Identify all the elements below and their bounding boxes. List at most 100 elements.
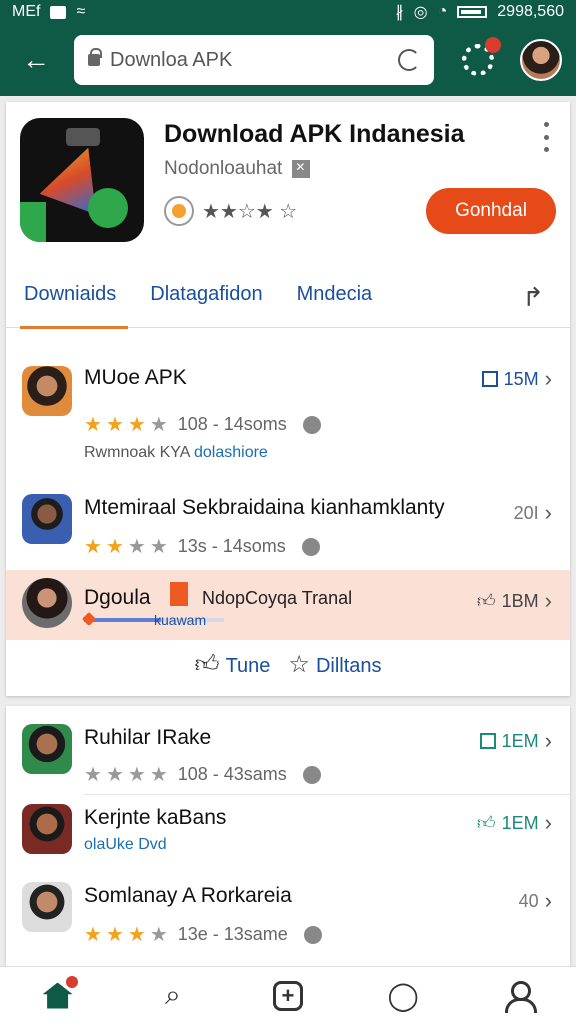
search-input[interactable]: [110, 48, 370, 72]
rating-count: 13e - 13same: [177, 924, 288, 944]
like-icon: 👍︎: [476, 813, 496, 833]
list-item[interactable]: MUoe APK ★ ★ ★ ★ 108 - 14soms Rwmnoak KYA d…: [6, 352, 570, 462]
chevron-right-icon: ›: [544, 366, 552, 391]
thumbs-up-icon: 👍︎: [194, 650, 220, 678]
like-action[interactable]: 👍︎ Tune: [194, 651, 270, 679]
bottom-navigation: ⌕ + ◯: [0, 966, 576, 1024]
app-icon: [20, 118, 144, 242]
tab-media[interactable]: Mndecia: [297, 262, 373, 328]
rating-row: ★★☆★ ☆: [164, 196, 297, 226]
verified-icon: [301, 537, 320, 556]
item-subtitle: Rwmnoak KYA dolashiore: [84, 444, 268, 461]
avatar: [22, 578, 72, 628]
battery-icon: [457, 6, 488, 18]
signal-small-icon: ≈: [76, 3, 86, 20]
share-icon[interactable]: ↱: [522, 282, 544, 313]
back-arrow-icon[interactable]: ←: [14, 38, 58, 82]
status-bar: MEf ≈ ∦ ◎ ◔ 2998,560: [0, 0, 576, 24]
notification-icon: [50, 5, 67, 19]
item-subtitle: olaUke Dvd: [84, 836, 167, 853]
verified-icon: [302, 415, 321, 434]
rating-count: 108 - 43sams: [177, 764, 287, 784]
avatar: [22, 366, 72, 416]
notification-dot: [65, 975, 78, 988]
item-title: Mtemiraal Sekbraidaina kianhamklanty: [84, 496, 445, 519]
chevron-right-icon: ›: [544, 810, 552, 835]
progress-marker-icon: [81, 611, 97, 627]
download-size[interactable]: 20I ›: [514, 500, 552, 526]
item-extra: NdopCoyqa Tranal: [202, 588, 353, 608]
avatar: [22, 804, 72, 854]
rating-row: ★ ★ ★ ★ 108 - 43sams: [84, 762, 321, 787]
star-action[interactable]: ☆ Dilltans: [288, 650, 381, 679]
download-icon: [481, 371, 498, 387]
tab-downloads[interactable]: Downiaids: [19, 262, 129, 329]
chevron-right-icon: ›: [544, 500, 552, 525]
item-title: Somlanay A Rorkareia: [84, 884, 292, 907]
list-item[interactable]: Mtemiraal Sekbraidaina kianhamklanty ★ ★ ★…: [6, 486, 570, 566]
wifi-icon: ◔: [437, 3, 448, 20]
actions-row: 👍︎ Tune ☆ Dilltans: [6, 650, 570, 679]
verified-icon: [303, 925, 322, 944]
list-item[interactable]: Ruhilar IRake ★ ★ ★ ★ 108 - 43sams 1EM ›: [6, 720, 570, 792]
active-download-row[interactable]: Dgoula NdopCoyqa Tranal kuawam 👍︎ 1BM ›: [6, 570, 570, 640]
status-badge: [170, 582, 188, 606]
rating-row: ★ ★ ★ ★ 13e - 13same: [84, 922, 322, 947]
app-details-card: Download APK Indanesia Nodonloauhat ★★☆★…: [6, 102, 570, 696]
more-apps-card: Ruhilar IRake ★ ★ ★ ★ 108 - 43sams 1EM › Ke…: [6, 706, 570, 972]
app-title: Download APK Indanesia: [164, 120, 465, 148]
download-size[interactable]: 1EM ›: [479, 728, 552, 754]
lock-icon: [88, 48, 102, 66]
alarm-icon: ◎: [413, 4, 428, 21]
developer-row: Nodonloauhat: [164, 158, 311, 180]
nav-add-icon[interactable]: +: [266, 974, 310, 1018]
bluetooth-icon: ∦: [395, 4, 404, 21]
verified-icon: [302, 765, 321, 784]
chevron-right-icon: ›: [544, 728, 552, 753]
tab-details[interactable]: Dlatagafidon: [150, 262, 262, 328]
item-title: Kerjnte kaBans: [84, 806, 227, 829]
chevron-right-icon: ›: [544, 588, 552, 613]
content-rating-icon: [164, 196, 194, 226]
rating-row: ★ ★ ★ ★ 13s - 14soms: [84, 534, 320, 559]
item-title: MUoe APK: [84, 366, 187, 389]
rating-count: 13s - 14soms: [177, 536, 286, 556]
nav-home-icon[interactable]: [36, 974, 80, 1018]
item-title: Dgoula: [84, 586, 151, 609]
list-item: Dgoula NdopCoyqa Tranal kuawam 👍︎ 1BM ›: [6, 570, 570, 640]
avatar: [22, 724, 72, 774]
search-bar[interactable]: [74, 35, 434, 85]
verified-badge-icon: [292, 160, 311, 178]
settings-gear-icon[interactable]: [462, 37, 501, 76]
download-size[interactable]: 40 ›: [519, 888, 552, 914]
nav-search-icon[interactable]: ⌕: [151, 974, 195, 1018]
list-item[interactable]: Kerjnte kaBans olaUke Dvd 👍︎ 1EM ›: [6, 802, 570, 866]
item-title: Ruhilar IRake: [84, 726, 212, 749]
rating-row: ★ ★ ★ ★ 108 - 14soms: [84, 412, 321, 437]
nav-chat-icon[interactable]: ◯: [381, 974, 425, 1018]
rating-stars: ★★☆★ ☆: [202, 200, 298, 223]
download-size[interactable]: 15M ›: [481, 366, 552, 392]
avatar: [22, 882, 72, 932]
like-icon: 👍︎: [476, 591, 496, 611]
carrier-label: MEf: [12, 3, 41, 20]
download-size[interactable]: 👍︎ 1EM ›: [477, 810, 552, 836]
star-icon: ☆: [288, 651, 310, 678]
divider: [84, 794, 570, 795]
reload-icon[interactable]: [398, 49, 420, 71]
notification-dot: [485, 37, 501, 53]
chevron-right-icon: ›: [544, 888, 552, 913]
tab-bar: Downiaids Dlatagafidon Mndecia ↱: [6, 262, 570, 329]
more-options-icon[interactable]: [536, 122, 556, 152]
avatar: [22, 494, 72, 544]
app-bar: ←: [0, 24, 576, 96]
rating-count: 108 - 14soms: [177, 414, 287, 434]
profile-avatar[interactable]: [520, 39, 562, 81]
progress-label: kuawam: [154, 612, 207, 628]
download-size[interactable]: 👍︎ 1BM ›: [477, 588, 552, 614]
download-icon: [479, 733, 496, 749]
list-item[interactable]: Somlanay A Rorkareia ★ ★ ★ ★ 13e - 13same 4…: [6, 880, 570, 960]
nav-profile-icon[interactable]: [496, 974, 540, 1018]
developer-name[interactable]: Nodonloauhat: [164, 158, 282, 180]
install-button[interactable]: Gonhdal: [426, 188, 556, 234]
